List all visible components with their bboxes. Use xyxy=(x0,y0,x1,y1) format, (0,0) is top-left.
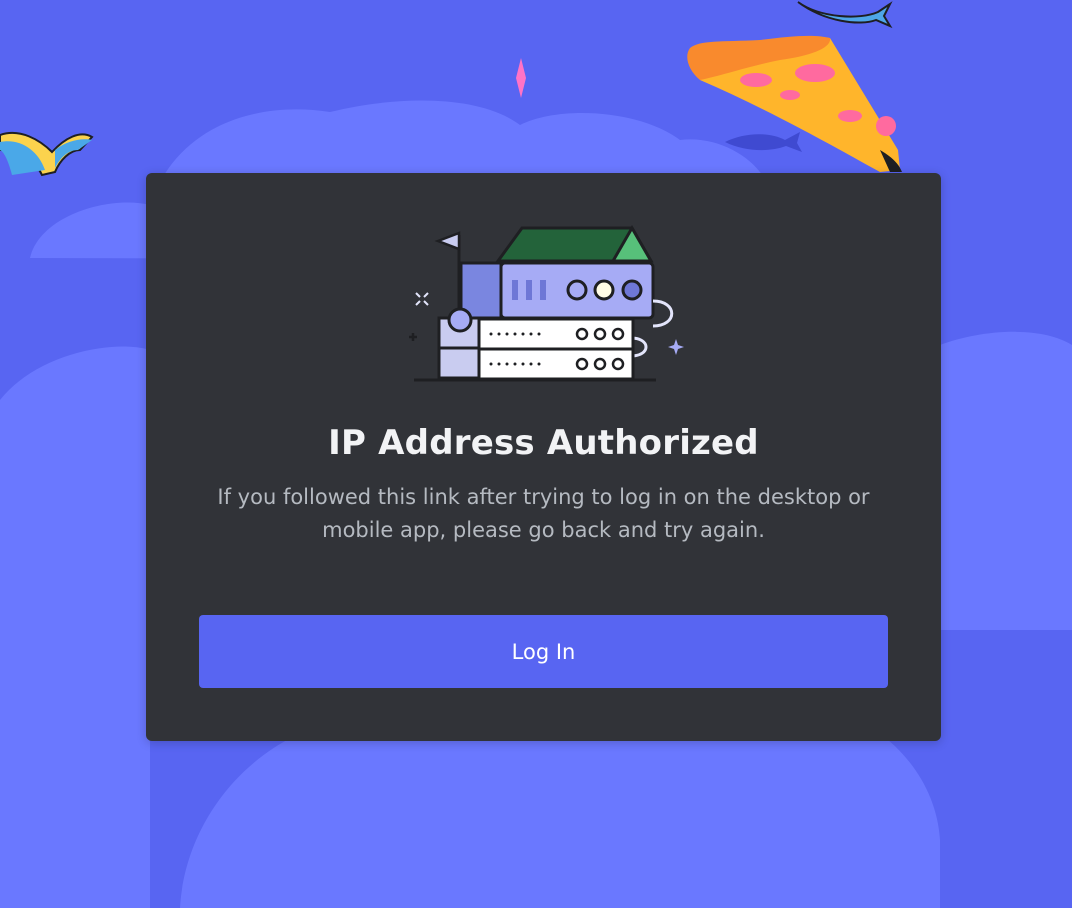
flag-icon xyxy=(434,231,461,311)
fish-icon xyxy=(725,132,802,152)
sparkle-icon xyxy=(668,339,684,355)
book-icon xyxy=(0,132,94,177)
server-house-illustration xyxy=(409,224,684,382)
fish-icon xyxy=(797,1,893,29)
server-rack xyxy=(477,317,635,351)
sparkle-icon xyxy=(516,58,526,98)
server-rack xyxy=(477,347,635,381)
page-title: IP Address Authorized xyxy=(328,423,759,463)
sparkle-icon xyxy=(415,292,429,306)
authorization-card: IP Address Authorized If you followed th… xyxy=(146,173,941,741)
description-text: If you followed this link after trying t… xyxy=(217,485,870,542)
plus-icon xyxy=(409,333,417,341)
login-button[interactable]: Log In xyxy=(199,615,888,688)
knob xyxy=(447,307,473,333)
